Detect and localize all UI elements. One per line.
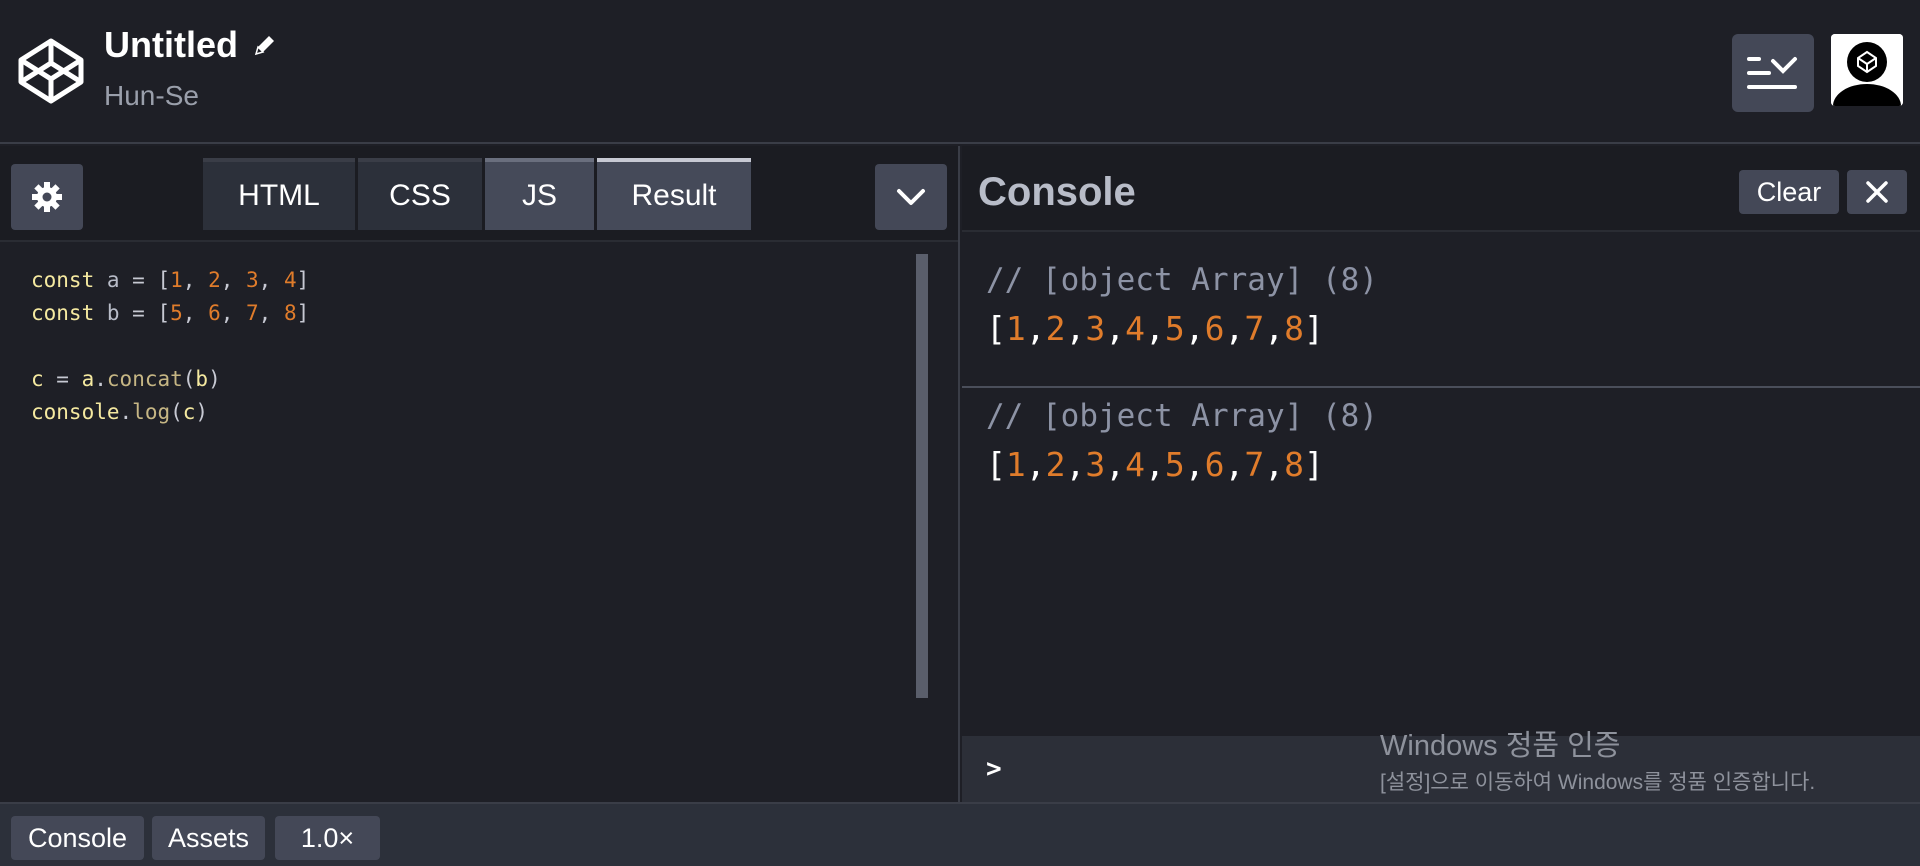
- editor-tabs: HTML CSS JS Result: [203, 158, 754, 230]
- log-comment: // [object Array] (8): [986, 262, 1378, 298]
- watermark-subtitle: [설정]으로 이동하여 Windows를 정품 인증합니다.: [1380, 771, 1816, 794]
- code-line: console.log(c): [31, 400, 209, 424]
- console-toggle-button[interactable]: Console: [11, 816, 144, 860]
- tab-css[interactable]: CSS: [358, 158, 482, 230]
- close-icon: [1866, 181, 1888, 203]
- close-console-button[interactable]: [1847, 170, 1907, 214]
- avatar[interactable]: [1831, 34, 1903, 106]
- windows-activation-watermark: Windows 정품 인증 [설정]으로 이동하여 Windows를 정품 인증…: [1380, 722, 1870, 797]
- editor-pane: HTML CSS JS Result const a = [1, 2, 3, 4…: [0, 146, 960, 802]
- console-header: Console Clear: [962, 146, 1920, 232]
- tab-js[interactable]: JS: [485, 158, 594, 230]
- code-line: const a = [1, 2, 3, 4]: [31, 268, 310, 292]
- pen-title[interactable]: Untitled: [104, 24, 238, 66]
- bottom-bar: Console Assets 1.0×: [0, 802, 1920, 866]
- pencil-icon[interactable]: [252, 32, 278, 58]
- console-title: Console: [978, 170, 1136, 214]
- watermark-title: Windows 정품 인증: [1380, 730, 1621, 762]
- log-value: [1,2,3,4,5,6,7,8]: [986, 445, 1324, 484]
- layout-toggle-icon: [1747, 57, 1797, 89]
- zoom-button[interactable]: 1.0×: [275, 816, 380, 860]
- codepen-logo-icon[interactable]: [16, 36, 86, 106]
- log-value: [1,2,3,4,5,6,7,8]: [986, 309, 1324, 348]
- chevron-down-icon: [897, 189, 925, 205]
- author-name[interactable]: Hun-Se: [104, 80, 199, 112]
- code-line: c = a.concat(b): [31, 367, 221, 391]
- code-line: const b = [5, 6, 7, 8]: [31, 301, 310, 325]
- console-prompt: >: [986, 754, 1002, 784]
- top-header: Untitled Hun-Se: [0, 0, 1920, 144]
- editor-toolbar: HTML CSS JS Result: [0, 146, 958, 242]
- tab-html[interactable]: HTML: [203, 158, 355, 230]
- log-comment: // [object Array] (8): [986, 398, 1378, 434]
- avatar-codepen-icon: [1831, 34, 1903, 106]
- console-log-entry: // [object Array] (8) [1,2,3,4,5,6,7,8]: [962, 392, 1920, 522]
- assets-button[interactable]: Assets: [152, 816, 265, 860]
- gear-icon: [32, 182, 62, 212]
- tab-result[interactable]: Result: [597, 158, 751, 230]
- settings-button[interactable]: [11, 164, 83, 230]
- console-pane: Console Clear // [object Array] (8) [1,2…: [962, 146, 1920, 802]
- collapse-editor-button[interactable]: [875, 164, 947, 230]
- code-editor[interactable]: const a = [1, 2, 3, 4] const b = [5, 6, 7…: [31, 264, 309, 429]
- console-log-entry: // [object Array] (8) [1,2,3,4,5,6,7,8]: [962, 256, 1920, 388]
- layout-button[interactable]: [1732, 34, 1814, 112]
- editor-scrollbar[interactable]: [916, 254, 928, 698]
- clear-console-button[interactable]: Clear: [1739, 170, 1839, 214]
